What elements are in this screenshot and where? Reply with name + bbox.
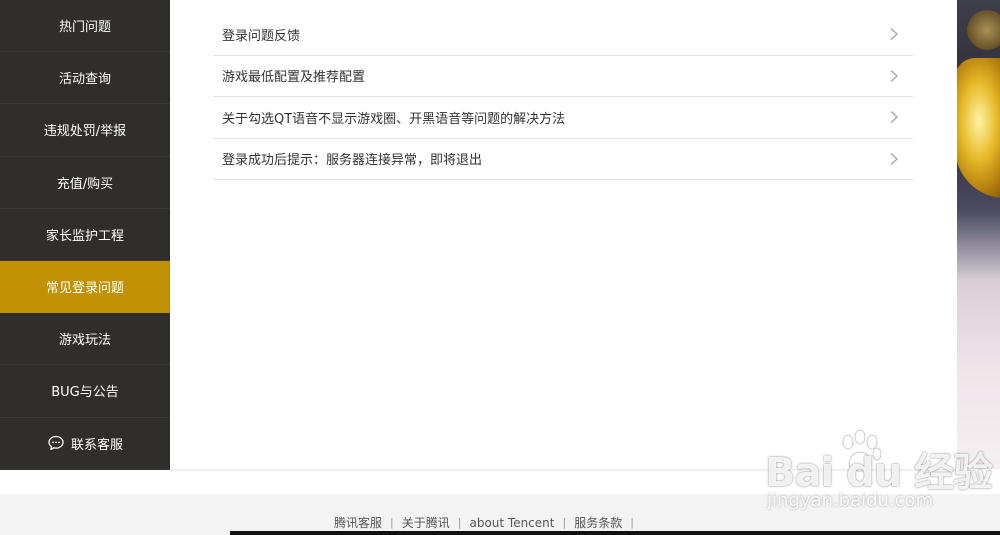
footer: 腾讯客服 | 关于腾讯 | about Tencent | 服务条款 | (0, 494, 1000, 535)
sidebar-item-bug-announcements[interactable]: BUG与公告 (0, 365, 170, 418)
sidebar-item-violation-report[interactable]: 违规处罚/举报 (0, 104, 170, 157)
sidebar-item-label: 违规处罚/举报 (43, 124, 127, 140)
sidebar-item-contact-support[interactable]: 联系客服 (0, 418, 170, 470)
background-character-art (957, 0, 1000, 469)
question-text: 关于勾选QT语音不显示游戏圈、开黑语音等问题的解决方法 (222, 111, 566, 127)
sidebar-item-parental-guardian[interactable]: 家长监护工程 (0, 209, 170, 261)
sidebar-item-label: 游戏玩法 (58, 333, 111, 349)
sidebar-item-hot-questions[interactable]: 热门问题 (0, 0, 170, 53)
chevron-right-icon (890, 28, 899, 41)
sidebar-item-label: 联系客服 (70, 437, 123, 453)
chevron-right-icon (890, 69, 899, 82)
footer-separator: | (630, 516, 634, 529)
sidebar-nav: 热门问题 活动查询 违规处罚/举报 充值/购买 家长监护工程 常见登录问题 游戏… (0, 0, 170, 470)
sidebar-item-label: 常见登录问题 (45, 281, 124, 297)
question-list: 登录问题反馈 游戏最低配置及推荐配置 关于勾选QT语音不显示游戏圈、开黑语音等问… (213, 14, 913, 180)
question-text: 游戏最低配置及推荐配置 (222, 70, 366, 86)
sidebar-item-gameplay[interactable]: 游戏玩法 (0, 313, 170, 366)
sidebar-item-label: 热门问题 (58, 20, 111, 36)
question-item[interactable]: 登录问题反馈 (213, 14, 913, 56)
sidebar-item-label: 充值/购买 (56, 176, 114, 192)
question-item[interactable]: 游戏最低配置及推荐配置 (213, 56, 913, 97)
footer-link-about-tencent[interactable]: 关于腾讯 (402, 514, 450, 531)
chevron-right-icon (890, 111, 899, 124)
footer-link-about-tencent-en[interactable]: about Tencent (469, 516, 554, 530)
footer-separator: | (457, 516, 462, 529)
page: 热门问题 活动查询 违规处罚/举报 充值/购买 家长监护工程 常见登录问题 游戏… (0, 0, 1000, 535)
sidebar-item-label: 活动查询 (58, 72, 111, 88)
chevron-right-icon (890, 152, 899, 165)
ornament-decoration (967, 10, 1000, 50)
sidebar-item-label: BUG与公告 (51, 385, 119, 401)
golden-armor-decoration (957, 58, 1000, 198)
sidebar-item-recharge-purchase[interactable]: 充值/购买 (0, 157, 170, 209)
footer-links: 腾讯客服 | 关于腾讯 | about Tencent | 服务条款 | (334, 514, 642, 531)
question-item[interactable]: 关于勾选QT语音不显示游戏圈、开黑语音等问题的解决方法 (213, 97, 913, 139)
sidebar-item-label: 家长监护工程 (45, 228, 124, 244)
faq-content-panel: 登录问题反馈 游戏最低配置及推荐配置 关于勾选QT语音不显示游戏圈、开黑语音等问… (170, 0, 957, 469)
chat-bubble-icon (47, 434, 65, 452)
question-item[interactable]: 登录成功后提示：服务器连接异常，即将退出 (213, 139, 913, 180)
footer-link-terms-of-service[interactable]: 服务条款 (574, 514, 622, 531)
bottom-dark-bar (230, 531, 1000, 535)
footer-separator: | (562, 516, 567, 529)
footer-separator: | (390, 516, 394, 529)
question-text: 登录成功后提示：服务器连接异常，即将退出 (222, 153, 483, 169)
sidebar-item-login-issues[interactable]: 常见登录问题 (0, 260, 170, 314)
sidebar-item-activity-query[interactable]: 活动查询 (0, 52, 170, 105)
question-text: 登录问题反馈 (222, 28, 301, 44)
footer-link-tencent-support[interactable]: 腾讯客服 (334, 514, 382, 531)
